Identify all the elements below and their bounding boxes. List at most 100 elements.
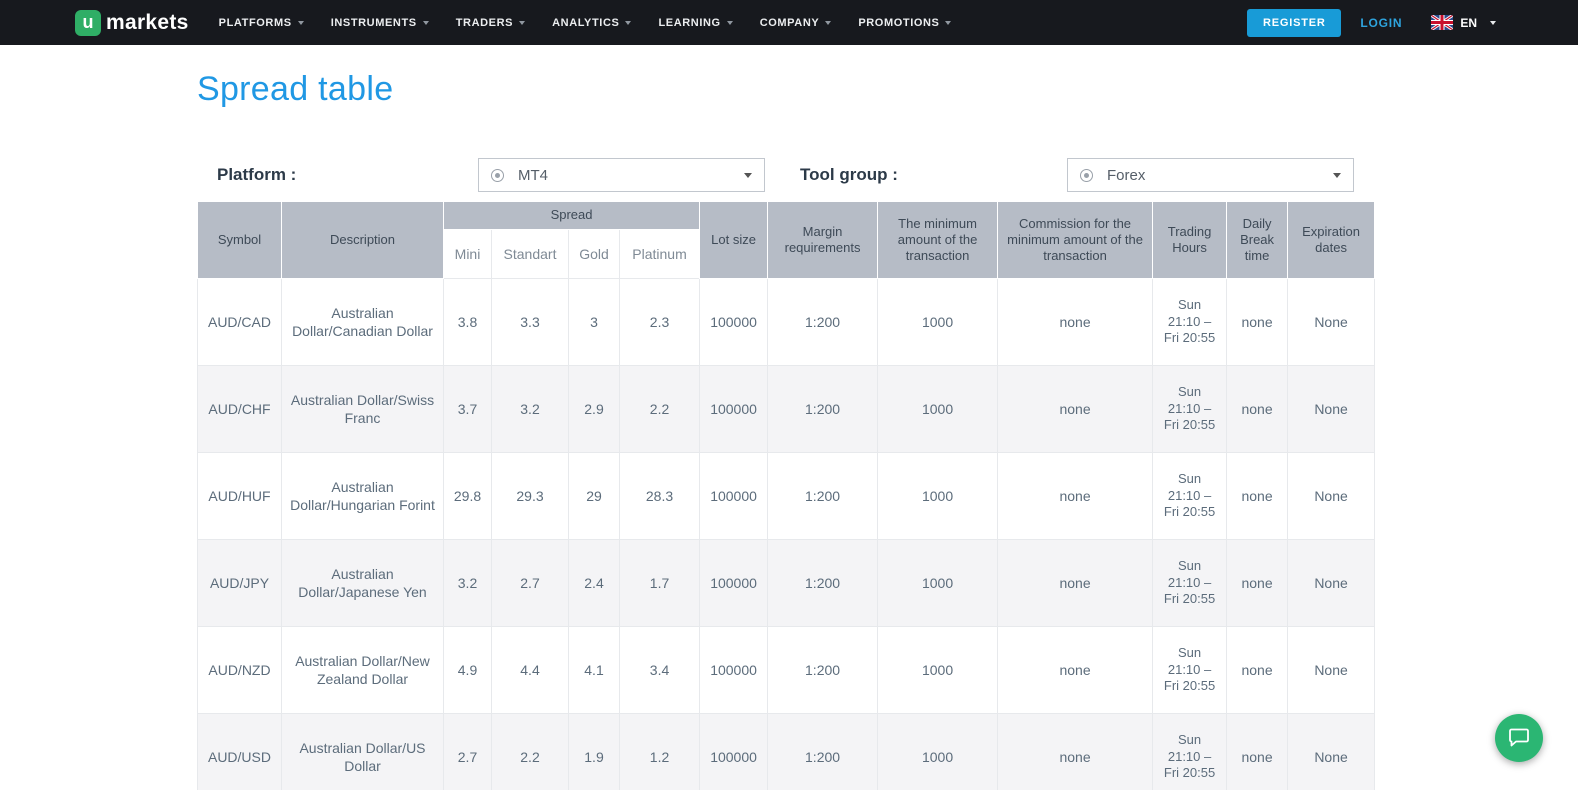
chevron-down-icon xyxy=(1490,21,1496,25)
header-daily-break: Daily Break time xyxy=(1227,202,1288,279)
cell-expiration: None xyxy=(1288,627,1375,714)
cell-symbol: AUD/NZD xyxy=(198,627,282,714)
radio-icon xyxy=(1080,169,1093,182)
nav-item-company[interactable]: COMPANY xyxy=(760,17,832,29)
header-symbol: Symbol xyxy=(198,202,282,279)
register-button[interactable]: REGISTER xyxy=(1247,9,1341,37)
cell-symbol: AUD/JPY xyxy=(198,540,282,627)
logo-icon: u xyxy=(75,10,101,36)
chevron-down-icon xyxy=(519,21,525,25)
cell-spread-standart: 29.3 xyxy=(492,453,569,540)
table-controls: Platform : MT4 Tool group : Forex xyxy=(197,158,1374,192)
cell-min-amount: 1000 xyxy=(878,453,998,540)
logo-text: markets xyxy=(106,11,189,35)
nav-item-label: COMPANY xyxy=(760,17,820,29)
cell-spread-platinum: 1.2 xyxy=(620,714,700,790)
cell-spread-standart: 3.3 xyxy=(492,279,569,366)
chat-bubble-icon xyxy=(1507,725,1531,752)
header-min-amount: The minimum amount of the transaction xyxy=(878,202,998,279)
cell-spread-platinum: 1.7 xyxy=(620,540,700,627)
nav-item-traders[interactable]: TRADERS xyxy=(456,17,525,29)
table-row: AUD/USD Australian Dollar/US Dollar 2.7 … xyxy=(198,714,1375,790)
nav-item-label: PLATFORMS xyxy=(219,17,292,29)
cell-lot-size: 100000 xyxy=(700,279,768,366)
cell-spread-gold: 29 xyxy=(569,453,620,540)
cell-commission: none xyxy=(998,714,1153,790)
chevron-down-icon xyxy=(727,21,733,25)
header-expiration: Expiration dates xyxy=(1288,202,1375,279)
nav-item-label: LEARNING xyxy=(658,17,720,29)
cell-spread-mini: 2.7 xyxy=(444,714,492,790)
chevron-down-icon xyxy=(825,21,831,25)
cell-lot-size: 100000 xyxy=(700,714,768,790)
cell-commission: none xyxy=(998,627,1153,714)
cell-spread-standart: 4.4 xyxy=(492,627,569,714)
cell-min-amount: 1000 xyxy=(878,540,998,627)
radio-icon xyxy=(491,169,504,182)
chat-button[interactable] xyxy=(1495,714,1543,762)
header-description: Description xyxy=(282,202,444,279)
header-lot-size: Lot size xyxy=(700,202,768,279)
chevron-down-icon xyxy=(625,21,631,25)
cell-trading-hours: Sun 21:10 – Fri 20:55 xyxy=(1153,453,1227,540)
cell-lot-size: 100000 xyxy=(700,540,768,627)
nav-item-platforms[interactable]: PLATFORMS xyxy=(219,17,304,29)
nav-item-analytics[interactable]: ANALYTICS xyxy=(552,17,631,29)
cell-margin: 1:200 xyxy=(768,540,878,627)
uk-flag-icon xyxy=(1431,15,1453,30)
cell-spread-mini: 3.8 xyxy=(444,279,492,366)
cell-spread-mini: 29.8 xyxy=(444,453,492,540)
nav-item-label: INSTRUMENTS xyxy=(331,17,417,29)
cell-min-amount: 1000 xyxy=(878,714,998,790)
header-spread-mini: Mini xyxy=(444,230,492,279)
header-spread-standart: Standart xyxy=(492,230,569,279)
cell-commission: none xyxy=(998,453,1153,540)
tool-group-select-value: Forex xyxy=(1107,167,1145,184)
cell-expiration: None xyxy=(1288,279,1375,366)
table-row: AUD/NZD Australian Dollar/New Zealand Do… xyxy=(198,627,1375,714)
nav-item-learning[interactable]: LEARNING xyxy=(658,17,732,29)
logo-letter: u xyxy=(83,12,94,33)
nav-item-instruments[interactable]: INSTRUMENTS xyxy=(331,17,429,29)
cell-margin: 1:200 xyxy=(768,627,878,714)
tool-group-select[interactable]: Forex xyxy=(1067,158,1354,192)
cell-symbol: AUD/CAD xyxy=(198,279,282,366)
cell-trading-hours: Sun 21:10 – Fri 20:55 xyxy=(1153,366,1227,453)
nav-item-label: ANALYTICS xyxy=(552,17,619,29)
cell-lot-size: 100000 xyxy=(700,366,768,453)
cell-spread-gold: 4.1 xyxy=(569,627,620,714)
platform-select[interactable]: MT4 xyxy=(478,158,765,192)
login-link[interactable]: LOGIN xyxy=(1360,16,1402,30)
nav-item-promotions[interactable]: PROMOTIONS xyxy=(858,17,951,29)
cell-trading-hours: Sun 21:10 – Fri 20:55 xyxy=(1153,279,1227,366)
cell-spread-platinum: 2.3 xyxy=(620,279,700,366)
cell-description: Australian Dollar/US Dollar xyxy=(282,714,444,790)
cell-margin: 1:200 xyxy=(768,366,878,453)
table-row: AUD/CAD Australian Dollar/Canadian Dolla… xyxy=(198,279,1375,366)
cell-daily-break: none xyxy=(1227,714,1288,790)
cell-min-amount: 1000 xyxy=(878,366,998,453)
cell-spread-gold: 2.4 xyxy=(569,540,620,627)
table-row: AUD/CHF Australian Dollar/Swiss Franc 3.… xyxy=(198,366,1375,453)
dropdown-arrow-icon xyxy=(1333,173,1341,178)
header-trading-hours: Trading Hours xyxy=(1153,202,1227,279)
dropdown-arrow-icon xyxy=(744,173,752,178)
cell-spread-platinum: 28.3 xyxy=(620,453,700,540)
cell-spread-platinum: 3.4 xyxy=(620,627,700,714)
main-nav: PLATFORMS INSTRUMENTS TRADERS ANALYTICS … xyxy=(219,17,952,29)
cell-trading-hours: Sun 21:10 – Fri 20:55 xyxy=(1153,540,1227,627)
chevron-down-icon xyxy=(945,21,951,25)
cell-lot-size: 100000 xyxy=(700,453,768,540)
cell-trading-hours: Sun 21:10 – Fri 20:55 xyxy=(1153,627,1227,714)
cell-commission: none xyxy=(998,540,1153,627)
logo[interactable]: u markets xyxy=(75,10,189,36)
header-spread-platinum: Platinum xyxy=(620,230,700,279)
cell-spread-standart: 2.7 xyxy=(492,540,569,627)
cell-spread-standart: 3.2 xyxy=(492,366,569,453)
cell-min-amount: 1000 xyxy=(878,627,998,714)
cell-spread-mini: 4.9 xyxy=(444,627,492,714)
language-selector[interactable]: EN xyxy=(1431,15,1496,30)
cell-expiration: None xyxy=(1288,540,1375,627)
header-spread-gold: Gold xyxy=(569,230,620,279)
cell-description: Australian Dollar/Canadian Dollar xyxy=(282,279,444,366)
